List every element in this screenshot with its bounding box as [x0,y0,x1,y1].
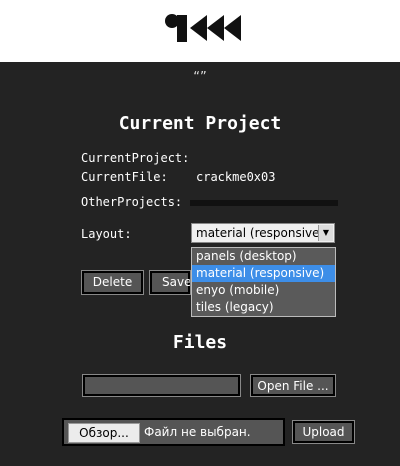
other-projects-label: OtherProjects: [81,195,183,209]
layout-label: Layout: [81,227,132,241]
other-projects-list[interactable] [190,200,338,206]
layout-option-panels[interactable]: panels (desktop) [192,248,335,265]
chevron-down-icon[interactable]: ▼ [318,225,333,241]
r2-logo-icon [165,14,241,42]
save-button[interactable]: Save [149,270,191,295]
upload-button[interactable]: Upload [292,420,355,444]
layout-select[interactable]: material (responsive) ▼ [191,223,335,243]
delete-button[interactable]: Delete [81,270,144,295]
no-file-text: Файл не выбран. [144,425,251,439]
layout-option-material[interactable]: material (responsive) [192,265,335,282]
layout-select-value: material (responsive) [196,226,325,240]
open-file-button[interactable]: Open File ... [250,374,336,397]
current-file-label: CurrentFile: [81,170,168,184]
file-chooser: Обзор... Файл не выбран. [62,418,285,446]
layout-option-enyo[interactable]: enyo (mobile) [192,282,335,299]
file-path-input[interactable] [82,374,241,397]
current-project-heading: Current Project [118,113,282,134]
header-subtitle: “” [193,70,207,85]
current-project-label: CurrentProject: [81,151,190,165]
files-heading: Files [172,332,228,353]
layout-option-tiles[interactable]: tiles (legacy) [192,299,335,316]
top-bar [0,0,400,62]
layout-dropdown: panels (desktop) material (responsive) e… [191,247,336,317]
current-file-value: crackme0x03 [196,170,276,184]
browse-button[interactable]: Обзор... [68,423,140,443]
